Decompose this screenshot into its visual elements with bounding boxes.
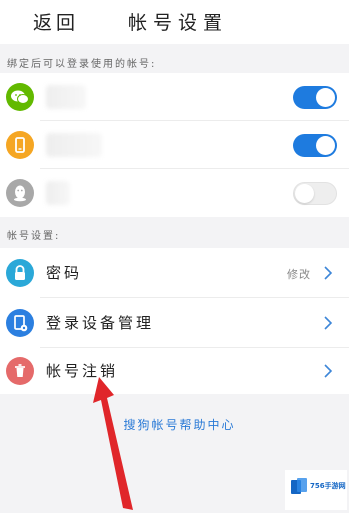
account-name-redacted xyxy=(46,85,86,109)
account-name-redacted xyxy=(46,133,102,157)
account-row-qq xyxy=(0,169,349,217)
wechat-bind-toggle[interactable] xyxy=(293,86,337,109)
chevron-right-icon xyxy=(324,316,333,330)
password-label: 密码 xyxy=(46,264,83,282)
watermark-icon xyxy=(291,478,307,494)
password-modify-value: 修改 xyxy=(287,268,311,281)
settings-row-password[interactable]: 密码 修改 xyxy=(0,248,349,298)
chevron-right-icon xyxy=(324,364,333,378)
account-row-wechat xyxy=(0,73,349,121)
back-button[interactable]: 返回 xyxy=(33,8,79,35)
watermark-logo: 756手游网 xyxy=(285,470,347,510)
qq-icon xyxy=(6,179,34,207)
help-center-link[interactable]: 搜狗帐号帮助中心 xyxy=(0,416,349,433)
account-row-phone xyxy=(0,121,349,169)
account-name-redacted xyxy=(46,181,70,205)
qq-bind-toggle[interactable] xyxy=(293,182,337,205)
account-settings-label: 帐号设置: xyxy=(7,231,61,242)
chevron-right-icon xyxy=(324,266,333,280)
settings-row-account-cancel[interactable]: 帐号注销 xyxy=(0,348,349,394)
header-bar: 返回 帐号设置 xyxy=(0,0,349,44)
trash-icon xyxy=(6,357,34,385)
lock-icon xyxy=(6,259,34,287)
device-management-label: 登录设备管理 xyxy=(46,314,155,332)
page-title: 帐号设置 xyxy=(128,12,229,34)
phone-bind-toggle[interactable] xyxy=(293,134,337,157)
wechat-icon xyxy=(6,83,34,111)
phone-icon xyxy=(6,131,34,159)
watermark-text: 756手游网 xyxy=(310,482,346,490)
bound-accounts-label: 绑定后可以登录使用的帐号: xyxy=(7,59,157,70)
settings-row-device-management[interactable]: 登录设备管理 xyxy=(0,298,349,348)
account-cancel-label: 帐号注销 xyxy=(46,362,119,380)
device-settings-icon xyxy=(6,309,34,337)
